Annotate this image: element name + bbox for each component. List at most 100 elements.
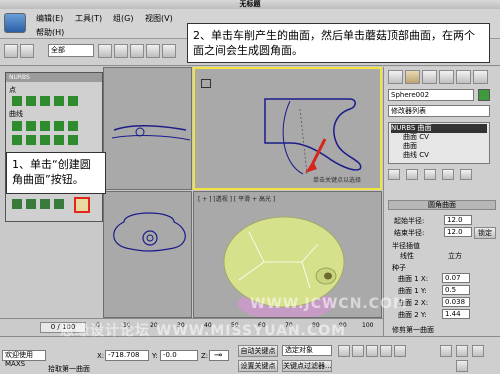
move-icon[interactable] <box>162 44 176 58</box>
pin-stack-icon[interactable] <box>388 169 400 180</box>
seed1-u-label: 曲面 1 X: <box>398 275 429 283</box>
window-crossing-icon[interactable] <box>146 44 160 58</box>
status-bar: 欢迎使用 MAXS 拾取第一曲面 X: -718.708 Y: -0.0 Z: … <box>0 336 500 374</box>
stack-item-surface-cv[interactable]: 曲面 CV <box>403 133 429 142</box>
go-to-end-icon[interactable] <box>394 345 406 357</box>
fillet-surface-rollout-title[interactable]: 圆角曲面 <box>388 200 496 210</box>
curve-profile-drawing <box>111 125 191 141</box>
seed1-v-spinner[interactable]: 0.5 <box>442 285 470 295</box>
create-fit-curve-icon[interactable] <box>40 121 50 131</box>
redo-icon[interactable] <box>20 44 34 58</box>
maximize-viewport-icon[interactable] <box>456 360 468 372</box>
modifier-list-select[interactable]: 修改器列表 <box>388 105 490 117</box>
set-key-button[interactable]: 设置关键点 <box>238 360 278 372</box>
callout-step-1: 1、单击“创建圆角曲面”按钮。 <box>6 152 106 194</box>
configure-sets-icon[interactable] <box>460 169 472 180</box>
utilities-tab-icon[interactable] <box>473 70 488 84</box>
select-object-icon[interactable] <box>98 44 112 58</box>
hierarchy-tab-icon[interactable] <box>422 70 437 84</box>
trim-first-surface-checkbox[interactable]: 修剪第一曲面 <box>392 325 434 335</box>
create-offset-point-icon[interactable] <box>26 96 36 106</box>
create-u-loft-icon[interactable] <box>26 199 36 209</box>
app-title: 无标题 <box>239 0 261 8</box>
menu-edit[interactable]: 编辑(E) <box>36 13 63 24</box>
stack-item-surface[interactable]: 曲面 <box>403 142 417 151</box>
radius-interpolation-label: 半径插值 <box>392 242 420 250</box>
maxscript-listener[interactable]: 欢迎使用 MAXS <box>2 350 46 368</box>
y-coord-input[interactable]: -0.0 <box>160 350 198 361</box>
undo-icon[interactable] <box>4 44 18 58</box>
viewport-top-left[interactable] <box>103 67 192 190</box>
go-to-start-icon[interactable] <box>338 345 350 357</box>
menu-help[interactable]: 帮助(H) <box>36 27 64 38</box>
seed2-u-spinner[interactable]: 0.038 <box>442 297 470 307</box>
zoom-icon[interactable] <box>440 345 452 357</box>
key-icon[interactable]: ⊸ <box>214 350 222 361</box>
interp-cubic-radio[interactable]: 立方 <box>448 251 462 261</box>
modifier-stack: NURBS 曲面 曲面 CV 曲面 曲线 CV <box>388 122 490 164</box>
previous-frame-icon[interactable] <box>352 345 364 357</box>
create-offset-curve-icon[interactable] <box>12 135 22 145</box>
x-coord-label: X: <box>97 352 105 360</box>
create-fillet-curve-icon[interactable] <box>54 135 64 145</box>
create-tab-icon[interactable] <box>388 70 403 84</box>
select-by-name-icon[interactable] <box>114 44 128 58</box>
create-blend-curve-icon[interactable] <box>68 121 78 131</box>
rectangular-selection-icon[interactable] <box>130 44 144 58</box>
z-coord-label: Z: <box>201 352 209 360</box>
object-color-swatch[interactable] <box>478 89 490 101</box>
viewport-front[interactable]: 单击关键点以选择 <box>193 67 382 190</box>
create-curve-curve-point-icon[interactable] <box>54 96 64 106</box>
fillet-curves-drawing <box>264 98 362 175</box>
end-radius-spinner[interactable]: 12.0 <box>444 227 472 237</box>
nurbs-panel-title: NURBS <box>6 73 102 82</box>
create-surface-edge-curve-icon[interactable] <box>68 135 78 145</box>
menu-group[interactable]: 组(G) <box>113 13 133 24</box>
mushroom-profile-drawing <box>113 212 186 252</box>
start-radius-spinner[interactable]: 12.0 <box>444 215 472 225</box>
create-cv-curve-icon[interactable] <box>12 121 22 131</box>
orbit-icon[interactable] <box>472 345 484 357</box>
create-mirror-surface-icon[interactable] <box>12 199 22 209</box>
menu-views[interactable]: 视图(V) <box>145 13 173 24</box>
pan-icon[interactable] <box>456 345 468 357</box>
object-name-input[interactable]: Sphere002 <box>388 89 474 101</box>
seed2-v-spinner[interactable]: 1.44 <box>442 309 470 319</box>
modify-tab-icon[interactable] <box>405 70 420 84</box>
stack-item-curve-cv[interactable]: 曲线 CV <box>403 151 429 160</box>
prompt-line: 拾取第一曲面 <box>48 365 90 373</box>
show-end-result-icon[interactable] <box>406 169 418 180</box>
menu-tools[interactable]: 工具(T) <box>75 13 102 24</box>
interp-linear-radio[interactable]: 线性 <box>400 251 414 261</box>
create-chamfer-curve-icon[interactable] <box>40 135 50 145</box>
create-point-icon[interactable] <box>12 96 22 106</box>
auto-key-button[interactable]: 自动关键点 <box>238 345 278 357</box>
lock-button[interactable]: 锁定 <box>474 227 496 239</box>
create-uv-loft-icon[interactable] <box>40 199 50 209</box>
start-radius-label: 起始半径: <box>394 217 425 225</box>
create-mirror-curve-icon[interactable] <box>26 135 36 145</box>
stack-item-nurbs-surface[interactable]: NURBS 曲面 <box>391 124 487 133</box>
title-bar: 无标题 <box>0 0 500 9</box>
nurbs-toolbox: NURBS 点 曲线 <box>5 72 103 222</box>
x-coord-input[interactable]: -718.708 <box>105 350 149 361</box>
selected-object-select[interactable]: 选定对象 <box>282 345 332 356</box>
motion-tab-icon[interactable] <box>439 70 454 84</box>
create-curve-point-icon[interactable] <box>40 96 50 106</box>
selection-filter-select[interactable]: 全部 <box>48 44 94 57</box>
create-fillet-surface-icon[interactable] <box>74 197 90 213</box>
stack-tools <box>388 169 494 181</box>
play-icon[interactable] <box>366 345 378 357</box>
next-frame-icon[interactable] <box>380 345 392 357</box>
remove-modifier-icon[interactable] <box>442 169 454 180</box>
seed1-u-spinner[interactable]: 0.07 <box>442 273 470 283</box>
create-point-curve-icon[interactable] <box>26 121 36 131</box>
key-filters-button[interactable]: 关键点过滤器... <box>282 360 332 372</box>
make-unique-icon[interactable] <box>424 169 436 180</box>
create-transform-curve-icon[interactable] <box>54 121 64 131</box>
app-logo-icon[interactable] <box>4 13 26 33</box>
viewport-left[interactable] <box>103 191 192 318</box>
create-surface-point-icon[interactable] <box>68 96 78 106</box>
display-tab-icon[interactable] <box>456 70 471 84</box>
create-cap-surface-icon[interactable] <box>54 199 64 209</box>
